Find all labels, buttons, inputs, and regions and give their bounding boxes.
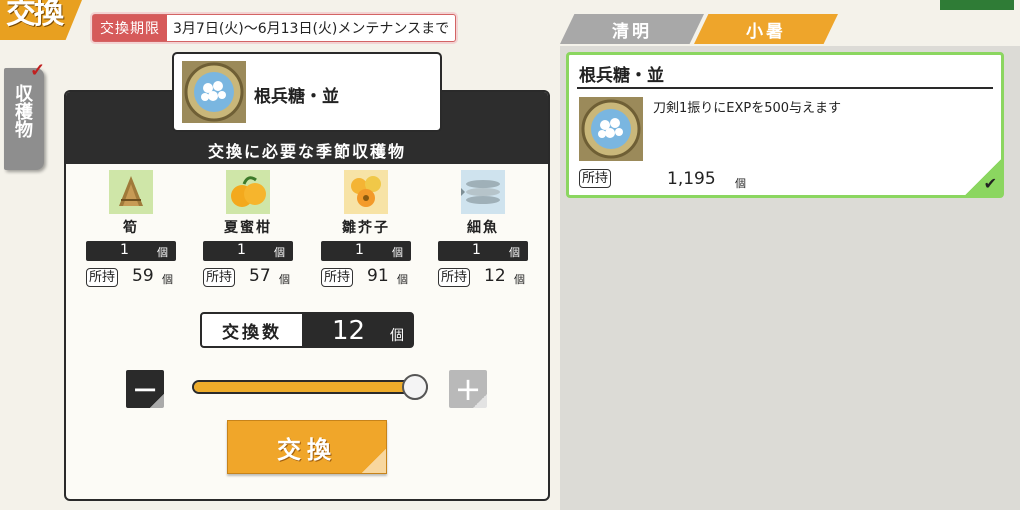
qty-value: 1 [472,242,481,258]
tab-seimei[interactable]: 清明 [560,14,704,44]
owned-unit: 個 [162,273,173,286]
owned-badge: 所持 [86,268,119,287]
material-item: 細魚 1 個 所持 12 個 [438,170,528,288]
material-name: 筍 [123,220,139,236]
exchange-count-box: 交換数 12 個 [200,312,414,348]
owned-count: 59 [132,266,154,286]
owned-unit: 個 [279,273,290,286]
checkmark-icon: ✔ [983,174,997,193]
qty-value: 1 [237,242,246,258]
material-name: 細魚 [467,220,499,236]
material-owned: 所持 57 個 [203,266,293,288]
item-list-entry[interactable]: 根兵糖・並 刀剣1振りにEXPを500与えます 所持 1,195 個 ✔ [566,52,1004,198]
material-name: 雛芥子 [342,220,390,236]
exchange-count-label: 交換数 [222,322,282,343]
material-name: 夏蜜柑 [224,220,272,236]
exchange-count-display: 12 個 [302,314,412,346]
side-tab-harvest[interactable]: ✓ 収穫物 [4,60,45,170]
qty-unit: 個 [157,246,168,259]
material-required-qty: 1 個 [438,241,528,261]
period-text: 3月7日(火)〜6月13日(火)メンテナンスまで [173,21,450,37]
konpeito-icon [579,97,643,161]
quantity-slider[interactable] [192,380,428,394]
material-owned: 所持 59 個 [86,266,176,288]
owned-badge: 所持 [321,268,354,287]
material-required-qty: 1 個 [321,241,411,261]
plus-icon: + [454,370,482,408]
owned-badge: 所持 [203,268,236,287]
owned-badge: 所持 [579,169,612,188]
bamboo-shoot-icon [109,170,153,214]
owned-unit: 個 [514,273,525,286]
konpeito-icon [182,61,246,123]
owned-unit: 個 [397,273,408,286]
increase-button[interactable]: + [449,370,487,408]
slider-handle[interactable] [402,374,428,400]
material-required-qty: 1 個 [86,241,176,261]
material-item: 筍 1 個 所持 59 個 [86,170,176,288]
owned-count: 12 [484,266,506,286]
minus-icon: − [131,370,159,408]
item-description: 刀剣1振りにEXPを500与えます [653,101,842,116]
item-owned-unit: 個 [735,177,746,190]
material-owned: 所持 12 個 [438,266,528,288]
needed-materials-header: 交換に必要な季節収穫物 [207,142,406,161]
qty-value: 1 [120,242,129,258]
top-right-button[interactable] [940,0,1014,10]
material-item: 雛芥子 1 個 所持 91 個 [321,170,411,288]
poppy-icon [344,170,388,214]
selected-indicator: ✔ [965,159,1001,195]
qty-unit: 個 [274,246,285,259]
period-label: 交換期限 [93,15,167,41]
slider-fill [194,382,426,392]
orange-icon [226,170,270,214]
qty-unit: 個 [509,246,520,259]
check-icon: ✓ [30,60,46,81]
material-item: 夏蜜柑 1 個 所持 57 個 [203,170,293,288]
material-owned: 所持 91 個 [321,266,411,288]
owned-count: 91 [367,266,389,286]
exchange-count-value: 12 [332,316,366,346]
tab-shosho[interactable]: 小暑 [694,14,838,44]
item-owned-count: 1,195 [667,169,716,189]
decrease-button[interactable]: − [126,370,164,408]
item-detail-name: 根兵糖・並 [579,66,664,86]
divider [577,87,993,89]
owned-count: 57 [249,266,271,286]
page-title-tab: 交換所 [0,0,82,40]
owned-badge: 所持 [438,268,471,287]
selected-item-card: 根兵糖・並 [172,52,442,132]
material-required-qty: 1 個 [203,241,293,261]
exchange-count-unit: 個 [390,328,404,344]
exchange-period: 交換期限 3月7日(火)〜6月13日(火)メンテナンスまで [92,14,457,42]
page-title: 交換所 [6,0,64,31]
exchange-button[interactable]: 交換 [227,420,387,474]
selected-item-name: 根兵糖・並 [254,87,339,107]
qty-unit: 個 [392,246,403,259]
qty-value: 1 [355,242,364,258]
side-tab-label: 収穫物 [12,84,33,138]
fish-icon [461,170,505,214]
